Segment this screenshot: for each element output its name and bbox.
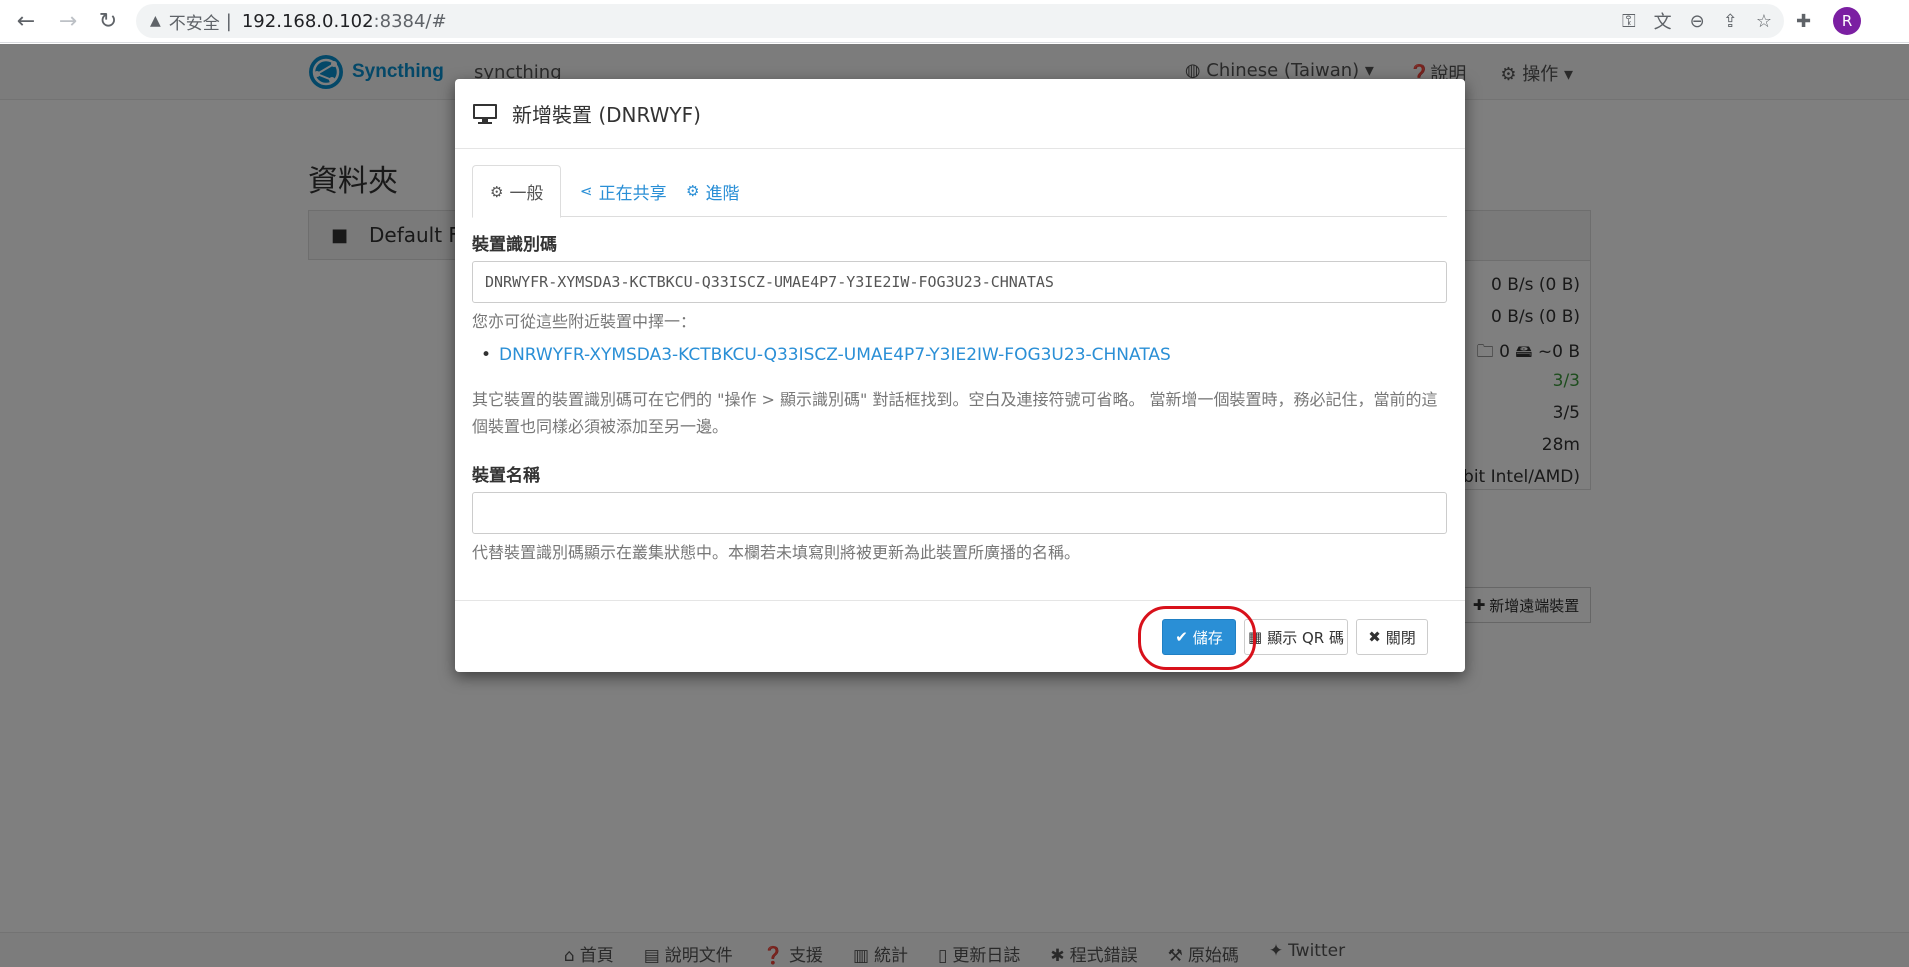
device-name-input[interactable] bbox=[472, 492, 1447, 534]
device-id-input[interactable]: DNRWYFR-XYMSDA3-KCTBKCU-Q33ISCZ-UMAE4P7-… bbox=[472, 261, 1447, 303]
address-separator: | bbox=[225, 10, 232, 32]
nearby-device-link[interactable]: DNRWYFR-XYMSDA3-KCTBKCU-Q33ISCZ-UMAE4P7-… bbox=[481, 345, 1171, 365]
tab-general[interactable]: ⚙ 一般 bbox=[472, 165, 562, 218]
browser-toolbar: ← → ↻ ▲ 不安全 | 192.168.0.102 :8384/# ⚿ ⽂ … bbox=[0, 0, 1909, 43]
show-qr-button[interactable]: ▦ 顯示 QR 碼 bbox=[1244, 619, 1348, 655]
close-button[interactable]: ✖ 關閉 bbox=[1356, 619, 1428, 655]
url-path: :8384/# bbox=[373, 10, 447, 32]
add-device-modal: 新增裝置 (DNRWYF) ⚙ 一般 ⋖ 正在共享 ⚙ 進階 裝置識別碼 DNR… bbox=[455, 79, 1465, 672]
translate-icon[interactable]: ⽂ bbox=[1654, 8, 1672, 34]
back-icon[interactable]: ← bbox=[6, 1, 46, 41]
address-bar[interactable]: ▲ 不安全 | 192.168.0.102 :8384/# ⚿ ⽂ ⊖ ⇪ ☆ bbox=[136, 4, 1784, 38]
gear-icon: ⚙ bbox=[490, 182, 504, 201]
save-highlight-annotation bbox=[1138, 606, 1256, 670]
cogs-icon: ⚙ bbox=[686, 182, 700, 200]
nearby-hint: 您亦可從這些附近裝置中擇一： bbox=[472, 312, 697, 331]
profile-avatar[interactable]: R bbox=[1833, 7, 1862, 35]
modal-footer: ✔ 儲存 ▦ 顯示 QR 碼 ✖ 關閉 bbox=[455, 600, 1465, 672]
share-icon[interactable]: ⇪ bbox=[1723, 11, 1738, 32]
tab-sharing[interactable]: ⋖ 正在共享 bbox=[563, 165, 684, 217]
reload-icon[interactable]: ↻ bbox=[88, 1, 128, 41]
modal-title: 新增裝置 (DNRWYF) bbox=[512, 103, 701, 127]
insecure-label: 不安全 bbox=[168, 13, 220, 34]
device-name-help: 代替裝置識別碼顯示在叢集狀態中。本欄若未填寫則將被更新為此裝置所廣播的名稱。 bbox=[472, 543, 1081, 562]
device-id-help: 其它裝置的裝置識別碼可在它們的 "操作 > 顯示識別碼" 對話框找到。空白及連接… bbox=[472, 390, 1438, 436]
forward-icon[interactable]: → bbox=[48, 1, 88, 41]
desktop-icon bbox=[473, 103, 497, 124]
tab-advanced[interactable]: ⚙ 進階 bbox=[669, 165, 756, 217]
device-name-label: 裝置名稱 bbox=[472, 466, 540, 486]
bookmark-star-icon[interactable]: ☆ bbox=[1756, 11, 1772, 32]
modal-header: 新增裝置 (DNRWYF) bbox=[455, 79, 1465, 149]
key-icon[interactable]: ⚿ bbox=[1622, 11, 1636, 32]
url-host: 192.168.0.102 bbox=[241, 10, 374, 32]
zoom-out-icon[interactable]: ⊖ bbox=[1690, 11, 1705, 32]
extensions-icon[interactable]: ✚ bbox=[1796, 11, 1811, 32]
share-alt-icon: ⋖ bbox=[580, 182, 593, 200]
warning-icon: ▲ bbox=[150, 13, 161, 29]
modal-tabs: ⚙ 一般 ⋖ 正在共享 ⚙ 進階 bbox=[472, 165, 1447, 218]
device-id-label: 裝置識別碼 bbox=[472, 235, 557, 255]
close-icon: ✖ bbox=[1368, 628, 1381, 646]
